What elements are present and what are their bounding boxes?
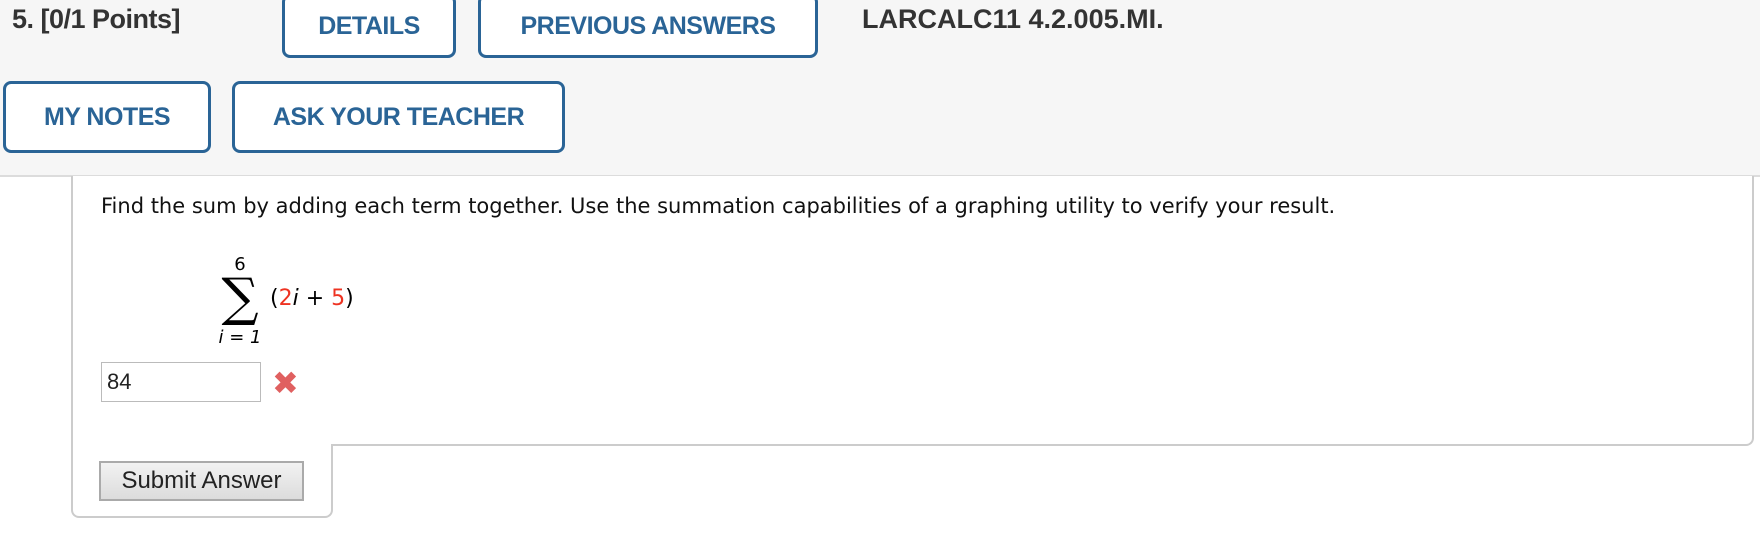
submit-answer-button[interactable]: Submit Answer	[99, 461, 304, 501]
ask-your-teacher-button[interactable]: ASK YOUR TEACHER	[232, 81, 565, 153]
sigma-symbol: ∑	[221, 268, 259, 328]
my-notes-button[interactable]: MY NOTES	[3, 81, 211, 153]
question-text: Find the sum by adding each term togethe…	[101, 194, 1336, 218]
summand-expression: (2i + 5)	[270, 286, 354, 311]
coefficient: 2	[278, 286, 293, 311]
paren-open: (	[270, 286, 279, 311]
question-header: 5. [0/1 Points] DETAILS PREVIOUS ANSWERS…	[0, 0, 1760, 177]
points-label: 5. [0/1 Points]	[12, 4, 181, 34]
lower-limit: i = 1	[200, 327, 280, 348]
answer-input[interactable]	[101, 362, 261, 402]
details-button[interactable]: DETAILS	[282, 0, 456, 58]
paren-close: )	[345, 286, 354, 311]
incorrect-x-icon: ✖	[272, 364, 299, 402]
previous-answers-button[interactable]: PREVIOUS ANSWERS	[478, 0, 818, 58]
constant: 5	[331, 286, 346, 311]
problem-id: LARCALC11 4.2.005.MI.	[862, 4, 1164, 34]
lower-limit-text: i = 1	[218, 327, 262, 348]
plus-sign: +	[298, 286, 332, 311]
